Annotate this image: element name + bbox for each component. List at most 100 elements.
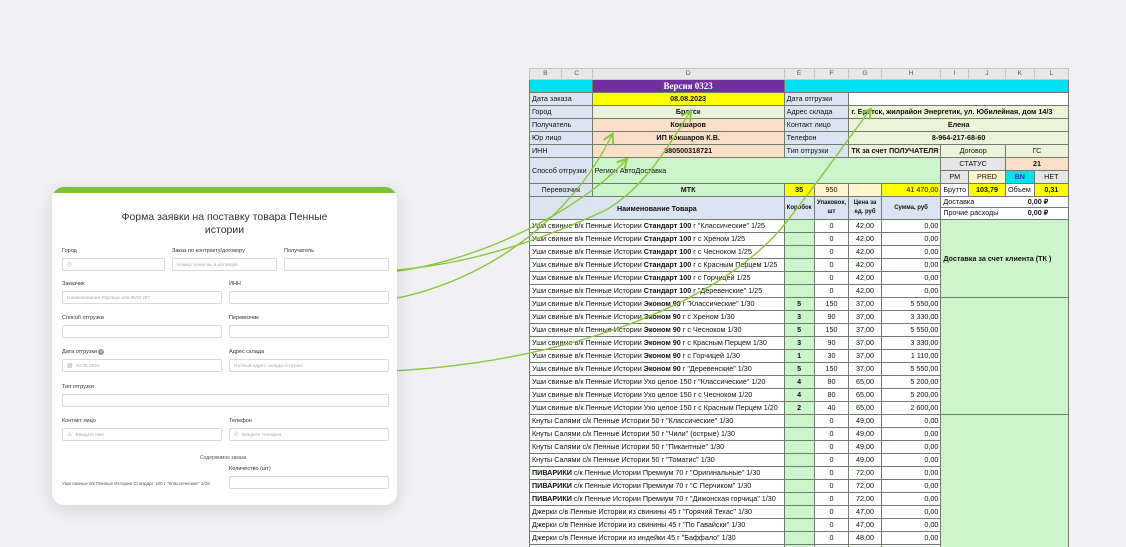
price-cell[interactable]: 42,00	[848, 258, 882, 272]
other-costs-value[interactable]: 0,00 ₽	[1008, 208, 1068, 218]
pack-cell[interactable]: 0	[813, 232, 850, 246]
boxes-cell[interactable]	[783, 414, 815, 428]
pack-cell[interactable]: 0	[813, 427, 850, 441]
pack-cell[interactable]: 0	[813, 505, 850, 519]
cell[interactable]	[783, 79, 1069, 93]
sum-cell[interactable]: 0,00	[880, 531, 942, 545]
product-name-cell[interactable]: Уши свиные в/к Пенные Истории Стандарт 1…	[529, 258, 785, 272]
pack-cell[interactable]: 0	[813, 453, 850, 467]
col-pack-header[interactable]: Упаковок, шт	[813, 196, 850, 220]
product-name-cell[interactable]: Уши свиные в/к Пенные Истории Ухо целое …	[529, 388, 785, 402]
pack-cell[interactable]: 80	[813, 388, 850, 402]
sum-cell[interactable]: 0,00	[880, 414, 942, 428]
cell[interactable]	[529, 79, 593, 93]
boxes-cell[interactable]: 4	[783, 375, 815, 389]
ship-method-input[interactable]	[62, 325, 222, 338]
legal-value[interactable]: ИП Кокшаров К.В.	[591, 131, 785, 145]
product-name-cell[interactable]: Уши свиные в/к Пенные Истории Эконом 90 …	[529, 323, 785, 337]
product-name-cell[interactable]: Кнуты Салями с/к Пенные Истории 50 г "То…	[529, 453, 785, 467]
pack-cell[interactable]: 0	[813, 466, 850, 480]
product-name-cell[interactable]: Уши свиные в/к Пенные Истории Стандарт 1…	[529, 232, 785, 246]
phone-value[interactable]: 8-964-217-68-60	[848, 131, 1069, 145]
col-boxes-header[interactable]: Коробок	[783, 196, 815, 220]
sum-cell[interactable]: 5 200,00	[880, 375, 942, 389]
boxes-cell[interactable]: 3	[783, 310, 815, 324]
empty-green-block[interactable]	[940, 297, 1069, 415]
col-header[interactable]: L	[1033, 68, 1069, 80]
boxes-cell[interactable]	[783, 219, 815, 233]
price-cell[interactable]: 37,00	[848, 349, 882, 363]
boxes-cell[interactable]: 1	[783, 349, 815, 363]
price-cell[interactable]: 49,00	[848, 440, 882, 454]
pack-cell[interactable]: 0	[813, 518, 850, 532]
city-input[interactable]: ◎	[62, 258, 165, 271]
contract-value[interactable]: ГС	[1004, 144, 1069, 158]
carrier-label[interactable]: Перевозчик	[529, 183, 593, 197]
total-boxes[interactable]: 35	[783, 183, 815, 197]
brutto-value[interactable]: 103,79	[968, 183, 1006, 197]
col-header[interactable]: F	[813, 68, 850, 80]
sum-cell[interactable]: 0,00	[880, 271, 942, 285]
sum-cell[interactable]: 0,00	[880, 284, 942, 298]
ship-date-input[interactable]: ▦ 30.05.2022	[62, 359, 222, 372]
product-name-cell[interactable]: Уши свиные в/к Пенные Истории Эконом 90 …	[529, 362, 785, 376]
boxes-cell[interactable]: 5	[783, 297, 815, 311]
sum-cell[interactable]: 0,00	[880, 466, 942, 480]
sum-cell[interactable]: 0,00	[880, 518, 942, 532]
total-sum[interactable]: 41 470,00	[880, 183, 942, 197]
price-cell[interactable]: 72,00	[848, 492, 882, 506]
sum-cell[interactable]: 0,00	[880, 492, 942, 506]
price-cell[interactable]: 42,00	[848, 245, 882, 259]
sum-cell[interactable]: 5 550,00	[880, 297, 942, 311]
status-value[interactable]: 21	[1004, 157, 1069, 171]
boxes-cell[interactable]	[783, 505, 815, 519]
col-header[interactable]: D	[591, 68, 785, 80]
boxes-cell[interactable]: 5	[783, 323, 815, 337]
product-name-cell[interactable]: ПИВАРИКИ с/к Пенные Истории Премиум 70 г…	[529, 479, 785, 493]
empty-green-block[interactable]	[940, 414, 1069, 547]
col-header[interactable]: B	[529, 68, 562, 80]
product-name-cell[interactable]: Джерки с/в Пенные Истории из свинины 45 …	[529, 518, 785, 532]
boxes-cell[interactable]: 3	[783, 336, 815, 350]
boxes-cell[interactable]	[783, 479, 815, 493]
product-name-cell[interactable]: Кнуты Салями с/к Пенные Истории 50 г "Чи…	[529, 427, 785, 441]
inn-input[interactable]	[229, 291, 389, 304]
col-header[interactable]: G	[848, 68, 882, 80]
boxes-cell[interactable]: 4	[783, 388, 815, 402]
col-header[interactable]: E	[783, 68, 815, 80]
contract-label[interactable]: Договор	[940, 144, 1006, 158]
product-name-cell[interactable]: Уши свиные в/к Пенные Истории Стандарт 1…	[529, 284, 785, 298]
boxes-cell[interactable]	[783, 427, 815, 441]
boxes-cell[interactable]	[783, 284, 815, 298]
sum-cell[interactable]: 0,00	[880, 258, 942, 272]
carrier-input[interactable]	[229, 325, 389, 338]
city-label[interactable]: Город	[529, 105, 593, 119]
qty-input[interactable]	[229, 476, 389, 489]
order-date-value[interactable]: 08.08.2023	[591, 92, 785, 106]
other-costs-label[interactable]: Прочие расходы	[942, 208, 1008, 218]
warehouse-value[interactable]: г. Братск, жилрайон Энергетик, ул. Юбиле…	[848, 105, 1069, 119]
bn-cell[interactable]: BN	[1004, 170, 1035, 184]
recipient-input[interactable]	[284, 258, 389, 271]
col-price-header[interactable]: Цена за ед. руб	[848, 196, 882, 220]
price-cell[interactable]: 42,00	[848, 232, 882, 246]
boxes-cell[interactable]	[783, 531, 815, 545]
method-value[interactable]: Регион АвтоДоставка	[591, 157, 942, 184]
pm-cell[interactable]: PM	[940, 170, 970, 184]
boxes-cell[interactable]	[783, 492, 815, 506]
price-cell[interactable]: 49,00	[848, 427, 882, 441]
product-name-cell[interactable]: ПИВАРИКИ с/к Пенные Истории Премиум 70 г…	[529, 466, 785, 480]
carrier-value[interactable]: МТК	[591, 183, 785, 197]
pack-cell[interactable]: 80	[813, 375, 850, 389]
boxes-cell[interactable]	[783, 258, 815, 272]
product-name-cell[interactable]: Кнуты Салями с/к Пенные Истории 50 г "Кл…	[529, 414, 785, 428]
price-cell[interactable]: 49,00	[848, 414, 882, 428]
pack-cell[interactable]: 150	[813, 297, 850, 311]
sum-cell[interactable]: 5 200,00	[880, 388, 942, 402]
sum-cell[interactable]: 0,00	[880, 479, 942, 493]
sum-cell[interactable]: 0,00	[880, 427, 942, 441]
price-cell[interactable]: 49,00	[848, 453, 882, 467]
product-name-cell[interactable]: Уши свиные в/к Пенные Истории Ухо целое …	[529, 375, 785, 389]
boxes-cell[interactable]	[783, 271, 815, 285]
price-cell[interactable]: 47,00	[848, 518, 882, 532]
